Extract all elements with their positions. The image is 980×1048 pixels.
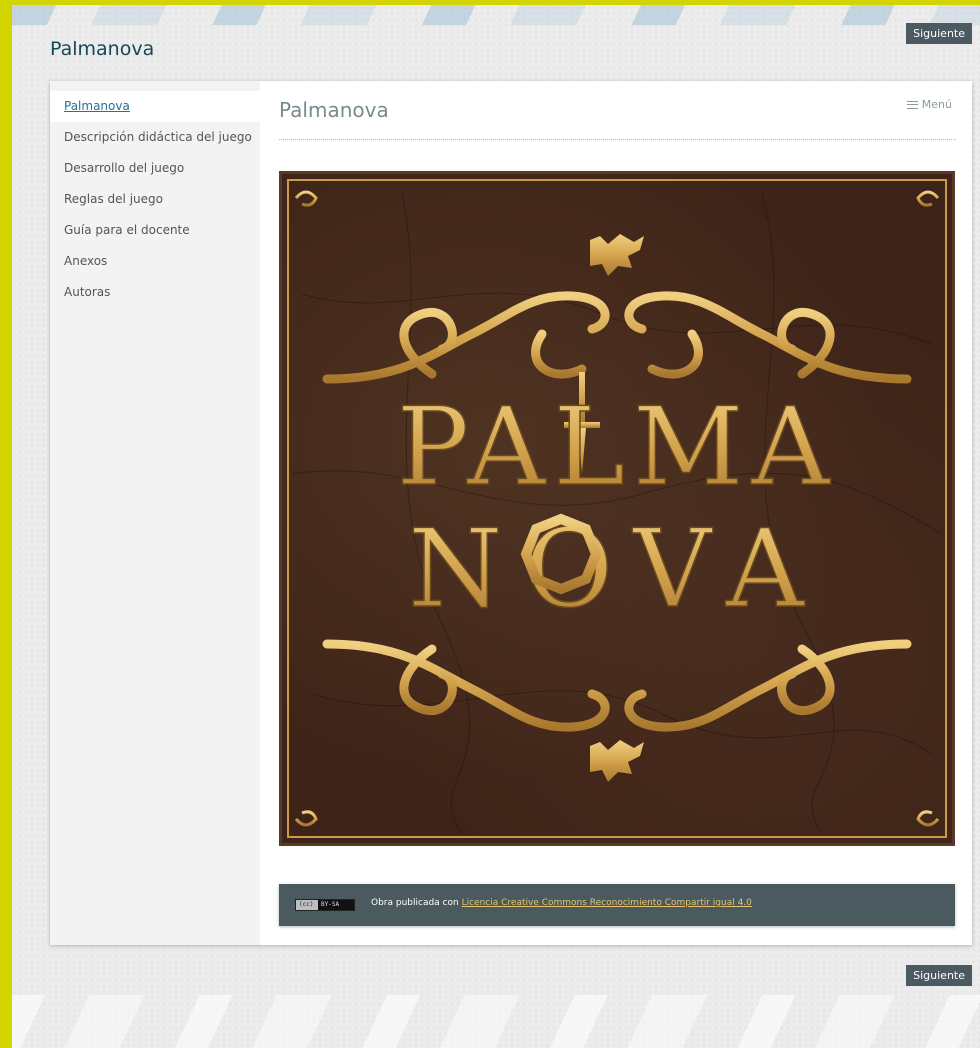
license-footer: (cc) BY-SA Obra publicada con Licencia C… [279,884,955,926]
cc-badge-left: (cc) [299,901,314,908]
license-text: Obra publicada con Licencia Creative Com… [371,898,752,908]
next-button-top[interactable]: Siguiente [906,23,972,44]
cover-title-line1: PALMA [396,385,837,510]
sidebar-item-anexos[interactable]: Anexos [50,246,260,277]
title-divider [279,139,956,140]
license-link[interactable]: Licencia Creative Commons Reconocimiento… [462,898,752,908]
sidebar-item-reglas[interactable]: Reglas del juego [50,184,260,215]
header-decoration [12,5,980,25]
hamburger-icon [906,101,918,109]
footer-decoration [12,995,980,1048]
left-accent-bar [0,0,12,1048]
cover-artwork: PALMA NOVA [291,190,943,835]
sidebar: Palmanova Descripción didáctica del jueg… [50,81,260,945]
license-prefix: Obra publicada con [371,898,459,908]
content-area: Palmanova Menú PALMA NOVA (cc) BY-SA Obr… [260,81,972,945]
sidebar-item-guia-docente[interactable]: Guía para el docente [50,215,260,246]
cc-badge-right: BY-SA [318,900,354,910]
cover-image: PALMA NOVA [279,171,955,846]
menu-label: Menú [921,98,952,111]
sidebar-item-autoras[interactable]: Autoras [50,277,260,308]
lion-emblem-top [590,234,644,276]
cc-license-badge[interactable]: (cc) BY-SA [295,899,355,911]
site-title: Palmanova [50,38,155,60]
top-flourish [322,291,912,384]
sidebar-nav: Palmanova Descripción didáctica del jueg… [50,81,260,308]
next-button-bottom[interactable]: Siguiente [906,965,972,986]
sidebar-item-palmanova[interactable]: Palmanova [50,91,260,122]
page-title: Palmanova [279,98,389,122]
sidebar-item-desarrollo[interactable]: Desarrollo del juego [50,153,260,184]
sidebar-item-descripcion-didactica[interactable]: Descripción didáctica del juego [50,122,260,153]
main-card: Palmanova Descripción didáctica del jueg… [50,81,972,945]
lion-emblem-bottom [590,740,644,782]
bottom-flourish [322,639,912,732]
cover-title-line2: NOVA [408,507,826,632]
menu-toggle[interactable]: Menú [906,98,952,111]
